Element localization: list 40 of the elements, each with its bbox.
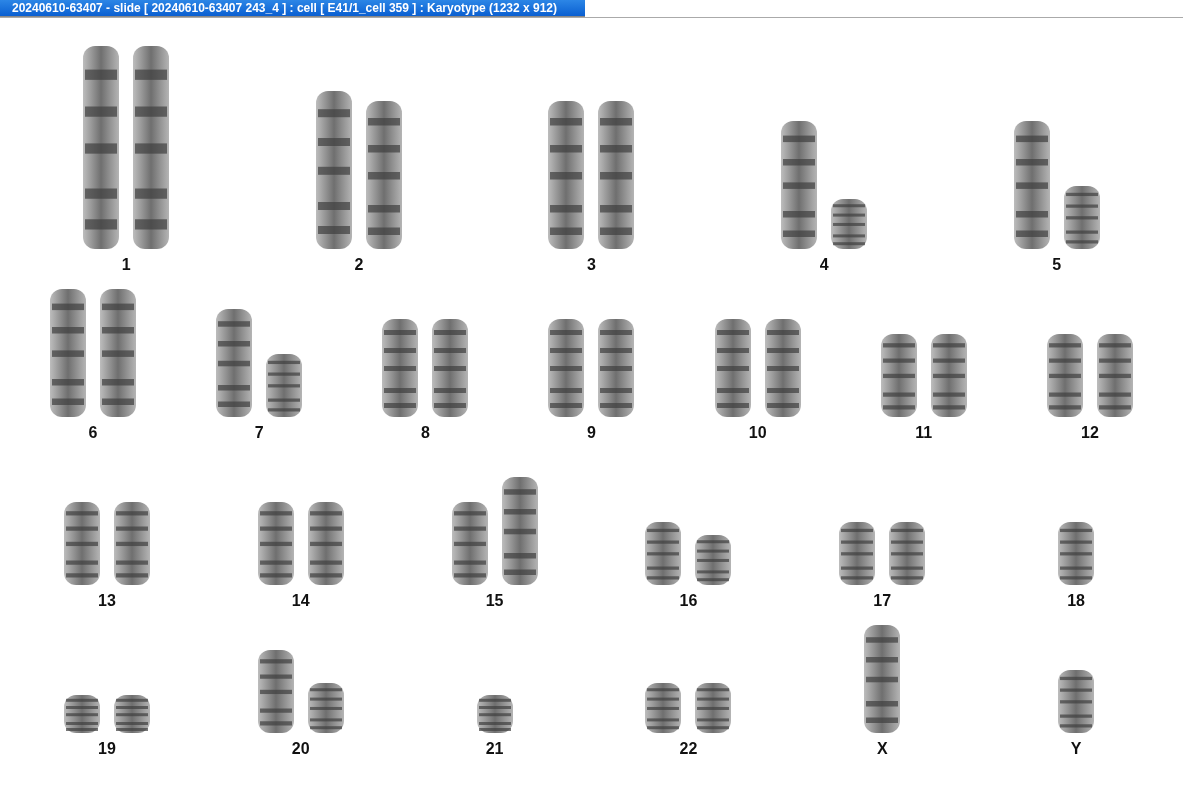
chromosome-drawing [644, 682, 683, 734]
chromosome-label: 8 [420, 424, 430, 442]
chromosome-label: 4 [819, 256, 829, 274]
chromosome-drawing [1057, 521, 1096, 586]
chromosome-label: X [876, 740, 888, 758]
chromosome-label: 9 [587, 424, 596, 442]
chromosome-label: 6 [88, 424, 98, 442]
chromosome-drawing [306, 682, 345, 734]
chromosome-label: 21 [485, 740, 504, 758]
chromosome-drawing [644, 521, 683, 586]
chromosome-drawing [694, 682, 733, 734]
chromosome-label: 7 [254, 424, 264, 442]
chromosome-label: 11 [915, 424, 933, 442]
chromosome-label: 22 [679, 740, 698, 758]
chromosome-label: 17 [873, 592, 892, 610]
chromosome-label: 2 [354, 256, 364, 274]
chromosome-label: 20 [291, 740, 310, 758]
chromosome-drawing [112, 694, 151, 734]
chromosome-label: Y [1070, 740, 1082, 758]
chromosome-drawing [830, 198, 869, 250]
chromosome-label: 14 [291, 592, 310, 610]
chromosome-drawing [265, 353, 304, 418]
chromosome-label: 5 [1052, 256, 1062, 274]
chromosome-drawing [888, 521, 927, 586]
chromosome-drawing [475, 694, 514, 734]
chromosome-label: 3 [587, 256, 596, 274]
chromosome-drawing [694, 534, 733, 586]
chromosome-label: 15 [485, 592, 504, 610]
chromosome-label: 13 [98, 592, 116, 610]
chromosome-drawing [1062, 185, 1101, 250]
chromosome-label: 18 [1067, 592, 1085, 610]
chromosome-label: 12 [1081, 424, 1099, 442]
chromosome-label: 19 [98, 740, 116, 758]
chromosome-drawing [838, 521, 877, 586]
chromosome-drawing [1057, 669, 1096, 734]
chromosome-label: 10 [748, 424, 767, 442]
chromosome-label: 16 [679, 592, 698, 610]
window-title: 20240610-63407 - slide [ 20240610-63407 243_4 ] : cell [ E41/1_cell 359 ] : Karyotype (1232 x 912) [0, 0, 585, 17]
chromosome-label: 1 [121, 256, 131, 274]
chromosome-drawing [62, 694, 101, 734]
